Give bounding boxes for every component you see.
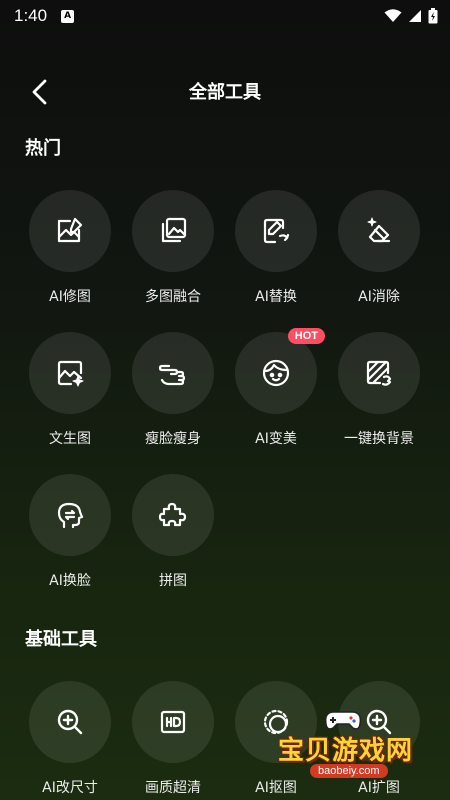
watermark-text: 宝贝游戏网: [278, 736, 414, 766]
tool-icon-circle: [235, 190, 317, 272]
tool-multi-image-fusion[interactable]: 多图融合: [123, 190, 223, 310]
tool-icon-circle: HOT: [235, 328, 325, 414]
tool-icon-circle: [338, 332, 420, 414]
eraser-icon: [367, 217, 391, 243]
image-edit-icon: [57, 217, 83, 243]
status-bar: 1:40 A: [0, 0, 450, 32]
zoom-in-icon: [57, 709, 83, 735]
tool-ai-beautify[interactable]: HOT AI变美: [226, 328, 326, 452]
hot-badge: HOT: [287, 328, 325, 344]
hand-pointer-icon: [158, 364, 186, 386]
tool-ai-resize[interactable]: AI改尺寸: [20, 681, 120, 800]
image-stack-icon: [161, 217, 187, 243]
tool-icon-circle: [29, 474, 111, 556]
tool-label: 一键换背景: [344, 431, 414, 447]
tool-collage[interactable]: 拼图: [123, 474, 223, 594]
tool-ai-retouch[interactable]: AI修图: [20, 190, 120, 310]
tool-label: 拼图: [159, 573, 187, 589]
tool-icon-circle: [132, 681, 214, 763]
image-sparkle-icon: [57, 360, 84, 387]
tool-slim-face-body[interactable]: 瘦脸瘦身: [123, 332, 223, 452]
tool-icon-circle: [132, 332, 214, 414]
puzzle-icon: [158, 502, 187, 527]
tool-label: AI换脸: [49, 573, 91, 589]
tool-icon-circle: [29, 332, 111, 414]
section-title-hot: 热门: [25, 138, 61, 159]
tool-icon-circle: [29, 681, 111, 763]
tool-label: 瘦脸瘦身: [145, 431, 201, 447]
document-edit-icon: [263, 218, 290, 244]
background-swap-icon: [366, 360, 392, 386]
watermark-url: baobeiy.com: [310, 764, 388, 778]
wifi-icon: [384, 9, 402, 22]
tool-label: AI改尺寸: [42, 780, 98, 796]
status-icons: [384, 8, 438, 24]
tool-ai-replace[interactable]: AI替换: [226, 190, 326, 310]
tool-label: AI修图: [49, 289, 91, 305]
tool-label: 文生图: [49, 431, 91, 447]
status-time: 1:40: [14, 6, 48, 25]
header: 全部工具: [0, 68, 450, 112]
hd-icon: [160, 710, 186, 734]
head-swap-icon: [57, 502, 84, 529]
notification-a-icon: A: [61, 9, 75, 23]
face-icon: [262, 359, 290, 387]
section-title-basic: 基础工具: [25, 629, 97, 650]
watermark: 宝贝游戏网 baobeiy.com: [258, 700, 448, 790]
tool-hd-enhance[interactable]: 画质超清: [123, 681, 223, 800]
tool-icon-circle: [29, 190, 111, 272]
tool-label: AI变美: [255, 431, 297, 447]
signal-icon: [409, 10, 421, 22]
tool-ai-face-swap[interactable]: AI换脸: [20, 474, 120, 594]
tool-label: AI消除: [358, 289, 400, 305]
tool-icon-circle: [132, 190, 214, 272]
tool-label: 画质超清: [145, 780, 201, 796]
tool-ai-erase[interactable]: AI消除: [329, 190, 429, 310]
tool-one-click-background[interactable]: 一键换背景: [329, 332, 429, 452]
tool-text-to-image[interactable]: 文生图: [20, 332, 120, 452]
battery-icon: [428, 8, 438, 24]
tool-label: AI替换: [255, 289, 297, 305]
page-title: 全部工具: [189, 82, 261, 103]
tool-icon-circle: [132, 474, 214, 556]
tool-label: 多图融合: [145, 289, 201, 305]
tool-icon-circle: [338, 190, 420, 272]
